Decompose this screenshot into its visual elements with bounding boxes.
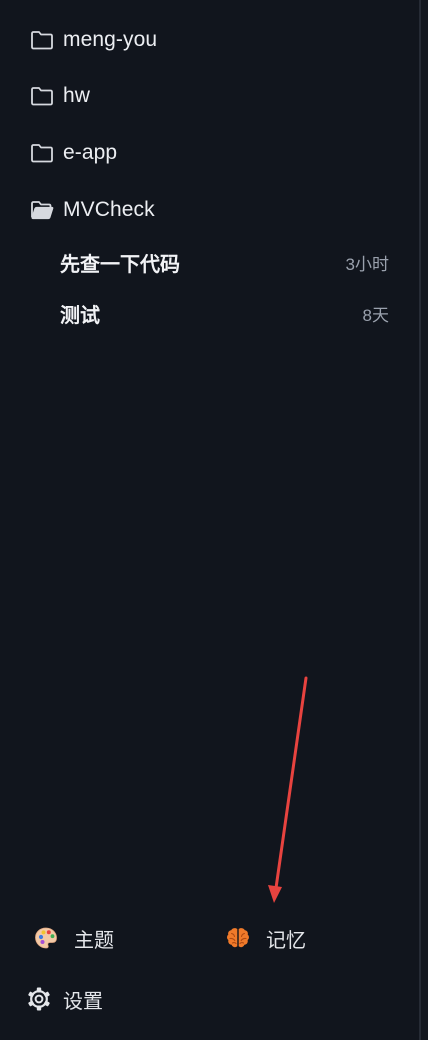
settings-button[interactable]: 设置: [26, 981, 103, 1017]
palette-icon: [33, 925, 59, 951]
memory-label: 记忆: [266, 929, 306, 952]
folder-label: hw: [63, 84, 91, 107]
folder-label: MVCheck: [63, 198, 155, 221]
sidebar: meng-you hw e-app MVCheck 先查一下代码 3小时 测试 …: [0, 0, 419, 1040]
session-time: 3小时: [345, 254, 389, 274]
settings-label: 设置: [63, 990, 103, 1013]
session-title: 先查一下代码: [60, 253, 180, 276]
folder-label: meng-you: [63, 28, 158, 51]
folder-icon: [30, 84, 54, 108]
folder-label: e-app: [63, 141, 118, 164]
main-panel-edge: [421, 0, 428, 1040]
memory-button[interactable]: 记忆: [225, 920, 306, 956]
folder-icon: [30, 141, 54, 165]
gear-icon: [26, 986, 52, 1012]
folder-open-icon: [30, 198, 54, 222]
session-time: 8天: [362, 305, 389, 325]
folder-hw[interactable]: hw: [0, 74, 419, 118]
folder-e-app[interactable]: e-app: [0, 131, 419, 175]
folder-mvcheck[interactable]: MVCheck: [0, 188, 419, 232]
theme-button[interactable]: 主题: [33, 920, 114, 956]
session-item[interactable]: 先查一下代码 3小时: [0, 242, 419, 282]
session-item[interactable]: 测试 8天: [0, 293, 419, 333]
theme-label: 主题: [74, 929, 114, 952]
session-title: 测试: [60, 304, 100, 327]
folder-icon: [30, 28, 54, 52]
folder-meng-you[interactable]: meng-you: [0, 18, 419, 62]
brain-icon: [225, 925, 251, 951]
